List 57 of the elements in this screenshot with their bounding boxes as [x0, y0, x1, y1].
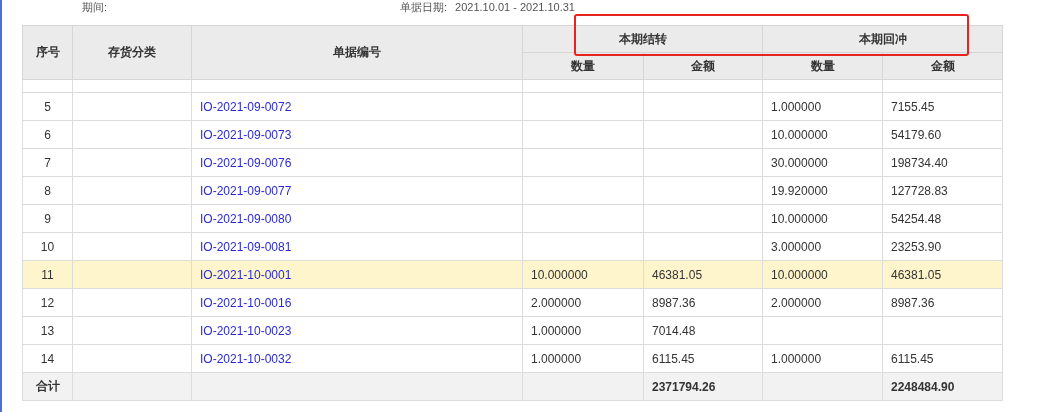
table-cell: 10.000000	[762, 204, 883, 233]
row-number: 8	[22, 176, 73, 205]
document-link[interactable]: IO-2021-09-0076	[191, 148, 523, 177]
table-cell: 127728.83	[882, 176, 1003, 205]
period-label: 期间:	[82, 0, 109, 14]
table-cell: 198734.40	[882, 148, 1003, 177]
table-cell: 46381.05	[643, 260, 763, 289]
table-cell: 19.920000	[762, 176, 883, 205]
table-cell: 46381.05	[882, 260, 1003, 289]
document-link[interactable]: IO-2021-09-0077	[191, 176, 523, 205]
table-cell: 7155.45	[882, 92, 1003, 121]
row-number: 10	[22, 232, 73, 261]
document-link[interactable]: IO-2021-09-0081	[191, 232, 523, 261]
row-number: 12	[22, 288, 73, 317]
table-cell: 10.000000	[522, 260, 644, 289]
table-cell: 10.000000	[762, 260, 883, 289]
document-link[interactable]: IO-2021-09-0073	[191, 120, 523, 149]
row-number: 13	[22, 316, 73, 345]
table-cell: 7014.48	[643, 316, 763, 345]
group-header: 本期结转	[522, 25, 763, 53]
total-cell: 2371794.26	[643, 372, 763, 401]
total-cell: 2248484.90	[882, 372, 1003, 401]
row-number: 11	[22, 260, 73, 289]
table-cell: 1.000000	[762, 344, 883, 373]
document-link[interactable]: IO-2021-10-0016	[191, 288, 523, 317]
document-link[interactable]: IO-2021-10-0001	[191, 260, 523, 289]
date-label: 单据日期:	[400, 0, 448, 14]
table-cell: 6115.45	[643, 344, 763, 373]
table-cell: 1.000000	[762, 92, 883, 121]
table-cell: 54179.60	[882, 120, 1003, 149]
column-header: 单据编号	[191, 25, 523, 80]
table-cell: 1.000000	[522, 316, 644, 345]
row-number: 5	[22, 92, 73, 121]
table-cell: 3.000000	[762, 232, 883, 261]
table-cell: 6115.45	[882, 344, 1003, 373]
row-number: 6	[22, 120, 73, 149]
document-link[interactable]: IO-2021-10-0023	[191, 316, 523, 345]
date-range: 2021.10.01 - 2021.10.31	[455, 0, 575, 14]
document-link[interactable]: IO-2021-09-0080	[191, 204, 523, 233]
table-cell: 2.000000	[522, 288, 644, 317]
table-cell: 8987.36	[643, 288, 763, 317]
table-cell: 2.000000	[762, 288, 883, 317]
table-cell: 30.000000	[762, 148, 883, 177]
table-cell: 8987.36	[882, 288, 1003, 317]
table-cell: 1.000000	[522, 344, 644, 373]
group-header: 本期回冲	[762, 25, 1003, 53]
column-header: 存货分类	[72, 25, 192, 80]
column-header: 序号	[22, 25, 73, 80]
total-label: 合计	[22, 372, 73, 401]
row-number: 7	[22, 148, 73, 177]
table-cell: 10.000000	[762, 120, 883, 149]
row-number: 14	[22, 344, 73, 373]
table-cell: 54254.48	[882, 204, 1003, 233]
table-cell: 23253.90	[882, 232, 1003, 261]
document-link[interactable]: IO-2021-10-0032	[191, 344, 523, 373]
row-number: 9	[22, 204, 73, 233]
document-link[interactable]: IO-2021-09-0072	[191, 92, 523, 121]
